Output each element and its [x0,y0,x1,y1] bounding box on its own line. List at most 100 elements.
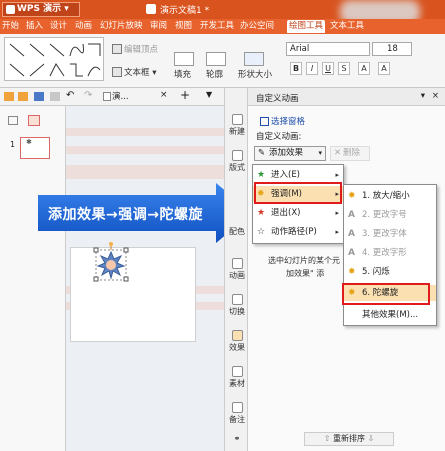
chevron-down-icon[interactable]: ▾ [421,91,425,101]
delete-label: 删除 [343,148,361,158]
strikethrough-button[interactable]: S [338,62,350,75]
tab-layout[interactable]: 版式 [225,150,249,173]
effect-blink[interactable]: ✸ 5. 闪烁 [344,264,436,280]
edit-points-label: 编辑顶点 [124,45,159,55]
menu-item-exit[interactable]: ★ 退出(X) ▸ [253,205,343,221]
exit-label: 退出(X) [271,208,301,218]
textbox-icon [112,67,122,77]
slide[interactable] [70,247,196,342]
slides-view-icon[interactable] [28,115,40,126]
tab-new[interactable]: 新建 [225,114,249,137]
shape-size-button[interactable]: 形状大小 [238,68,272,80]
animation-icon [231,258,243,269]
add-effect-label: 添加效果 [269,148,304,158]
outline-button[interactable]: 轮廓 [206,68,223,80]
effect-change-size[interactable]: A 2. 更改字号 [344,207,436,223]
chevron-right-icon: ▸ [335,209,339,217]
star-red-icon: ★ [257,208,266,218]
ribbon: 编辑顶点 文本框 ▾ 填充 轮廓 形状大小 Arial 18 B I U S A… [0,34,445,88]
open-icon[interactable] [18,92,28,101]
effect-change-style-label: 4. 更改字形 [362,248,407,258]
notes-icon [231,402,243,413]
layout-icon [231,150,243,161]
outline-view-icon[interactable] [8,116,18,125]
menu-home[interactable]: 开始 [2,20,19,33]
close-icon[interactable]: × [432,91,439,101]
animation-star-icon: ✱ [26,138,32,146]
close-tab-icon[interactable]: × [160,90,168,100]
menu-office-space[interactable]: 办公空间 [240,20,274,33]
tab-effects[interactable]: 效果 [225,330,249,353]
shapes-gallery[interactable] [4,37,104,81]
font-size-select[interactable]: 18 [372,42,412,56]
wps-app-menu-button[interactable]: WPS 演示 ▾ [2,2,80,17]
font-bg-color-button[interactable]: A [378,62,390,75]
font-family-select[interactable]: Arial [286,42,370,56]
delete-button[interactable]: ✕ 删除 [330,146,370,161]
tab-materials[interactable]: 素材 [225,366,249,389]
chevron-down-icon: ▾ [64,4,69,14]
new-tab-icon[interactable]: + [180,88,190,102]
bold-button[interactable]: B [290,62,302,75]
menu-developer[interactable]: 开发工具 [200,20,234,33]
menu-view[interactable]: 视图 [175,20,192,33]
menu-drawing-tools[interactable]: 绘图工具 [287,20,326,33]
selection-pane-icon [260,117,269,126]
menu-review[interactable]: 审阅 [150,20,167,33]
menu-item-motion-path[interactable]: ☆ 动作路径(P) ▸ [253,224,343,240]
new-slide-icon [231,114,243,125]
effect-change-font[interactable]: A 3. 更改字体 [344,226,436,242]
undo-icon[interactable]: ↶ [66,90,74,101]
effect-change-font-label: 3. 更改字体 [362,229,407,239]
link-icon[interactable]: ⚭ [225,434,249,443]
folder-icon[interactable] [4,92,14,101]
task-pane-tabs: 新建 版式 配色 动画 切换 效果 素材 备注 ⚭ [224,88,248,451]
slide-thumbnail[interactable] [20,137,50,159]
tab-color-scheme[interactable]: 配色 [225,226,249,237]
tab-animation[interactable]: 动画 [225,258,249,281]
menu-animation[interactable]: 动画 [75,20,92,33]
edit-points-button[interactable]: 编辑顶点 [112,43,158,55]
italic-button[interactable]: I [306,62,318,75]
materials-icon [231,366,243,377]
effects-icon [231,330,243,341]
tab-transition[interactable]: 切换 [225,294,249,317]
reorder-button[interactable]: ⇧ 重新排序 ⇩ [304,432,394,446]
menu-insert[interactable]: 插入 [26,20,43,33]
add-effect-button[interactable]: ✎ 添加效果 ▾ [254,146,326,161]
menu-text-tools[interactable]: 文本工具 [330,20,364,33]
menu-item-entrance[interactable]: ★ 进入(E) ▸ [253,167,343,183]
tab-transition-label: 切换 [229,307,245,316]
menu-design[interactable]: 设计 [50,20,67,33]
font-color-button[interactable]: A [358,62,370,75]
star-yellow-icon: ✸ [348,267,356,277]
ghost-stripe [66,146,224,154]
effect-zoom[interactable]: ✸ 1. 放大/缩小 [344,188,436,204]
redo-icon[interactable]: ↷ [84,90,92,101]
effect-change-style[interactable]: A 4. 更改字形 [344,245,436,261]
menu-bar: 开始 插入 设计 动画 幻灯片放映 审阅 视图 开发工具 办公空间 绘图工具 文… [0,19,445,34]
fill-button[interactable]: 填充 [174,68,191,80]
chevron-down-icon: ▾ [318,149,322,157]
textbox-button[interactable]: 文本框 ▾ [112,66,156,78]
tab-animation-label: 动画 [229,271,245,280]
tab-notes[interactable]: 备注 [225,402,249,425]
effect-more[interactable]: 其他效果(M)... [344,307,436,323]
menu-slideshow[interactable]: 幻灯片放映 [100,20,143,33]
font-size-icon: A [348,210,355,220]
tab-color-scheme-label: 配色 [229,227,245,236]
underline-button[interactable]: U [322,62,334,75]
font-face-icon: A [348,229,355,239]
thumbnail-number: 1 [10,140,16,149]
sun-shape[interactable] [93,242,129,282]
tab-effects-label: 效果 [229,343,245,352]
transition-icon [231,294,243,305]
callout-text: 添加效果→强调→陀螺旋 [48,207,203,223]
save-icon[interactable] [34,92,44,101]
print-icon[interactable] [50,92,60,101]
spin-highlight-box [342,283,430,305]
document-tab[interactable]: 演... [112,90,129,102]
chevron-down-icon[interactable]: ▼ [206,90,212,99]
ghost-stripe [66,128,224,136]
selection-pane-link[interactable]: 选择窗格 [260,115,305,127]
